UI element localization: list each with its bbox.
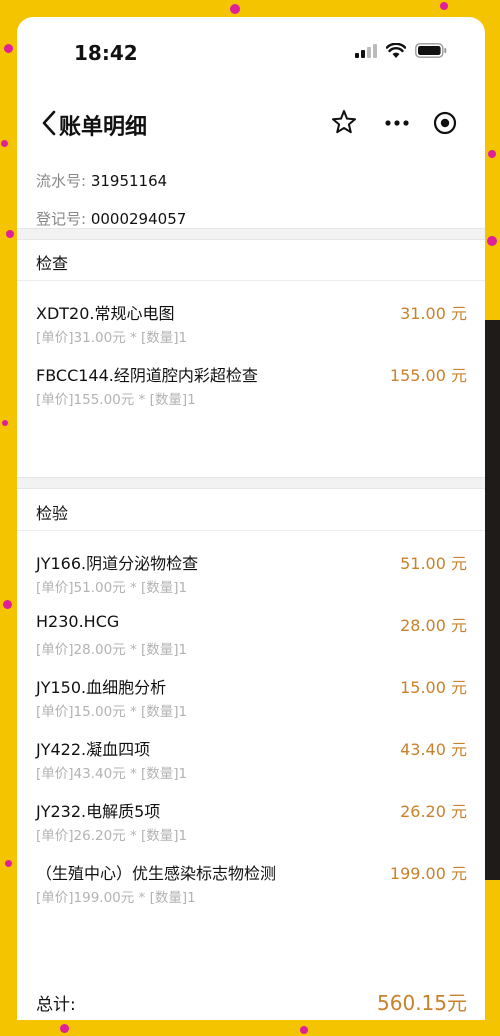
item-detail: [单价]26.20元 * [数量]1	[36, 828, 188, 844]
decor-dot	[5, 860, 12, 867]
decor-dot	[488, 150, 496, 158]
item-name: XDT20.常规心电图	[36, 304, 175, 323]
item-detail: [单价]31.00元 * [数量]1	[36, 330, 188, 346]
item-name: H230.HCG	[36, 612, 120, 631]
decor-dot	[4, 44, 13, 53]
status-icons	[355, 42, 447, 62]
decor-strip	[484, 320, 500, 880]
status-time: 18:42	[74, 41, 138, 65]
status-bar: 18:42	[17, 17, 485, 87]
item-name: JY232.电解质5项	[36, 802, 161, 821]
section-title-exam: 检查	[36, 254, 69, 273]
item-price: 51.00 元	[400, 554, 467, 573]
target-icon[interactable]	[421, 106, 469, 140]
battery-icon	[415, 43, 447, 62]
item-detail: [单价]43.40元 * [数量]1	[36, 766, 188, 782]
item-name: JY150.血细胞分析	[36, 678, 167, 697]
star-icon[interactable]	[330, 108, 358, 136]
serial-number-label: 流水号:	[36, 172, 87, 190]
decor-dot	[1, 140, 8, 147]
item-detail: [单价]51.00元 * [数量]1	[36, 580, 188, 596]
item-name: （生殖中心）优生感染标志物检测	[36, 864, 277, 883]
signal-icon	[355, 43, 377, 62]
serial-number-row: 流水号: 31951164	[36, 170, 167, 191]
item-price: 43.40 元	[400, 740, 467, 759]
item-detail: [单价]155.00元 * [数量]1	[36, 392, 196, 408]
mini-program-capsule	[373, 106, 469, 140]
decor-dot	[2, 420, 8, 426]
item-price: 31.00 元	[400, 304, 467, 323]
decor-dot	[230, 4, 240, 14]
item-name: JY422.凝血四项	[36, 740, 151, 759]
decor-dot	[440, 2, 448, 10]
nav-bar: 账单明细	[17, 87, 485, 157]
more-icon[interactable]	[373, 106, 421, 140]
item-detail: [单价]199.00元 * [数量]1	[36, 890, 196, 906]
total-label: 总计:	[36, 995, 76, 1015]
registration-number-label: 登记号:	[36, 210, 87, 228]
total-value: 560.15元	[377, 991, 467, 1015]
item-detail: [单价]28.00元 * [数量]1	[36, 642, 188, 658]
phone-screen: 18:42 账单明细 流水号: 31951164 登记号: 0000294057…	[17, 17, 485, 1020]
divider	[17, 530, 485, 531]
decor-dot	[60, 1024, 69, 1033]
item-price: 28.00 元	[400, 616, 467, 635]
item-price: 26.20 元	[400, 802, 467, 821]
item-name: JY166.阴道分泌物检查	[36, 554, 199, 573]
registration-number-row: 登记号: 0000294057	[36, 208, 186, 229]
serial-number-value: 31951164	[90, 172, 168, 190]
section-divider	[17, 477, 485, 489]
divider	[17, 280, 485, 281]
item-price: 199.00 元	[389, 864, 467, 883]
item-price: 155.00 元	[389, 366, 467, 385]
section-title-lab-test: 检验	[36, 504, 69, 523]
wifi-icon	[385, 42, 407, 62]
decor-dot	[300, 1026, 308, 1034]
item-price: 15.00 元	[400, 678, 467, 697]
decor-dot	[3, 600, 12, 609]
page-title: 账单明细	[59, 115, 148, 140]
decor-dot	[487, 236, 497, 246]
section-divider	[17, 228, 485, 240]
item-name: FBCC144.经阴道腔内彩超检查	[36, 366, 258, 385]
registration-number-value: 0000294057	[90, 210, 187, 228]
item-detail: [单价]15.00元 * [数量]1	[36, 704, 188, 720]
decor-dot	[6, 230, 14, 238]
